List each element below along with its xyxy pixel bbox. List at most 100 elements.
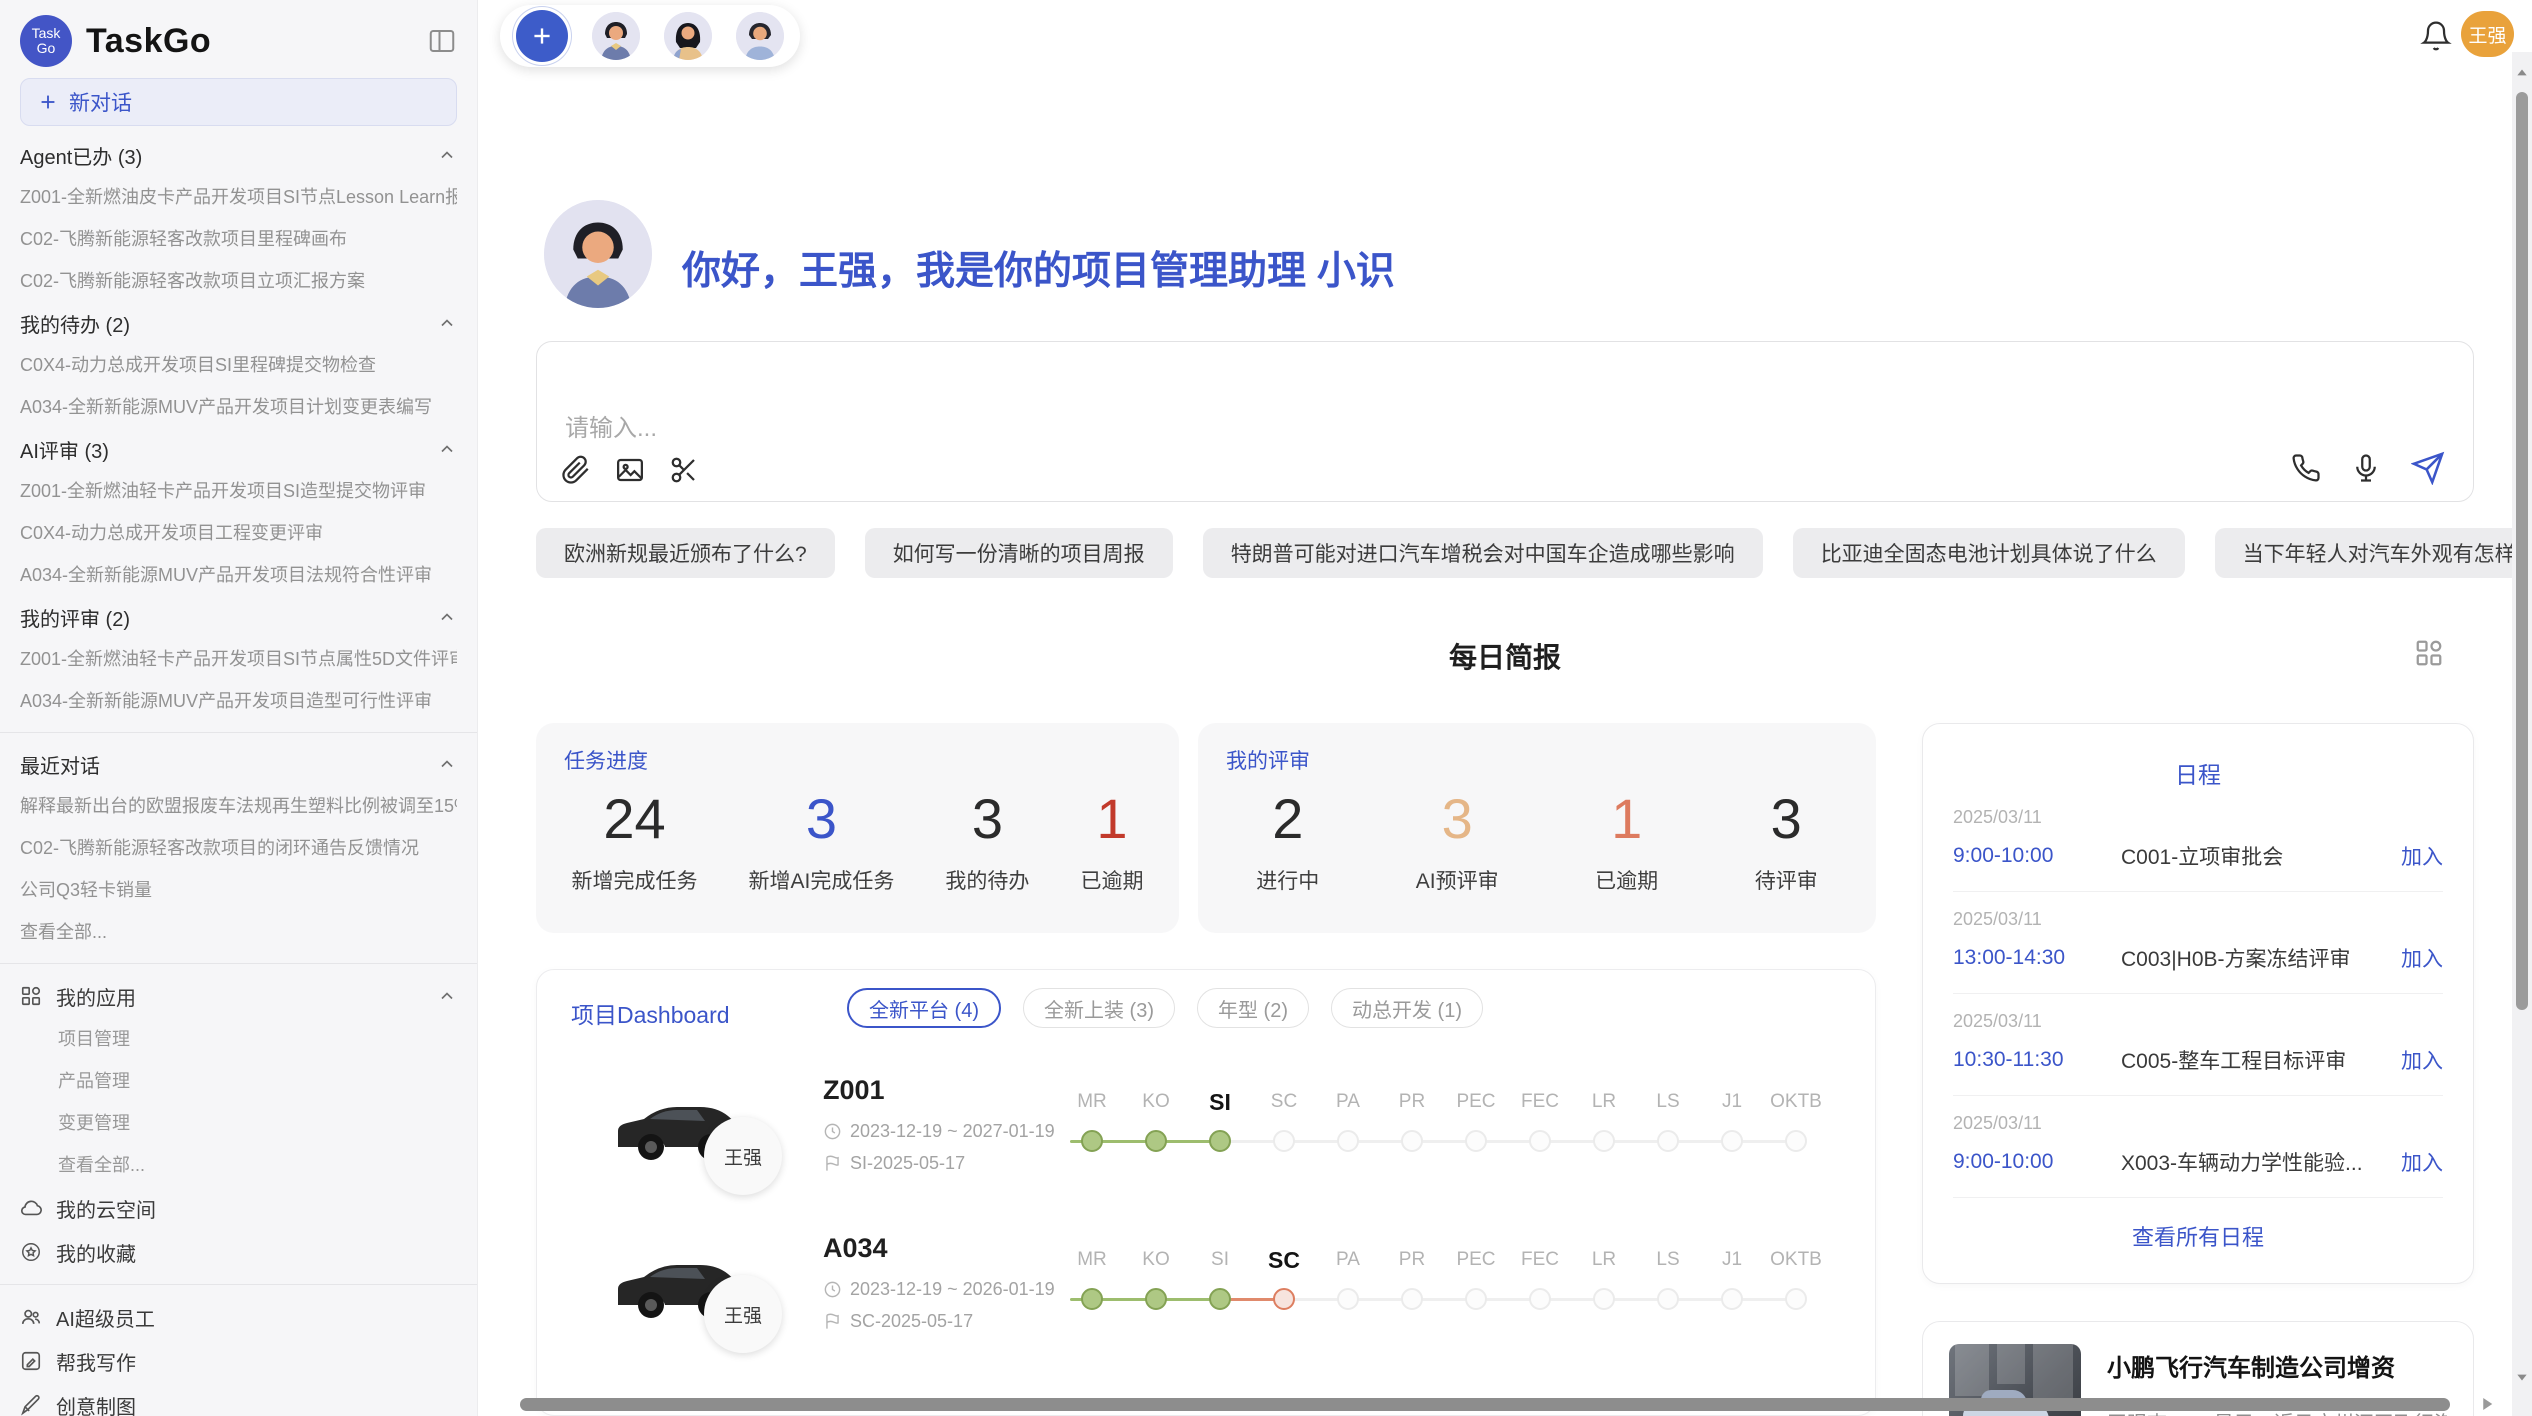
tab-model-year[interactable]: 年型 (2) [1197,988,1309,1028]
sidebar-item[interactable]: A034-全新新能源MUV产品开发项目法规符合性评审 [20,554,457,596]
sidebar-item[interactable]: Z001-全新燃油轻卡产品开发项目SI节点属性5D文件评审 [20,638,457,680]
suggestion-chip[interactable]: 如何写一份清晰的项目周报 [865,528,1173,578]
horizontal-scrollbar-thumb[interactable] [520,1398,2450,1411]
scroll-right-arrow-icon[interactable] [2478,1395,2496,1413]
person-illustration [736,12,784,60]
milestone-label: MR [1060,1087,1124,1117]
suggestion-chip[interactable]: 比亚迪全固态电池计划具体说了什么 [1793,528,2185,578]
sidebar-item[interactable]: C0X4-动力总成开发项目工程变更评审 [20,512,457,554]
chevron-up-icon[interactable] [437,145,457,165]
app-item-product-mgmt[interactable]: 产品管理 [20,1060,457,1102]
chevron-up-icon[interactable] [437,439,457,459]
sidebar-item-ai-employee[interactable]: AI超级员工 [20,1295,457,1339]
milestone-label: FEC [1508,1245,1572,1275]
section-header-ai-review[interactable]: AI评审 (3) [20,428,457,470]
sidebar-item[interactable]: Z001-全新燃油轻卡产品开发项目SI造型提交物评审 [20,470,457,512]
scissors-icon[interactable] [669,455,699,485]
join-link[interactable]: 加入 [2401,1045,2443,1075]
milestone-dot [1529,1130,1551,1152]
suggestion-chip[interactable]: 欧洲新规最近颁布了什么? [536,528,835,578]
sidebar-item-my-apps[interactable]: 我的应用 [20,974,457,1018]
milestone-dot [1081,1130,1103,1152]
sidebar-item[interactable]: A034-全新新能源MUV产品开发项目造型可行性评审 [20,680,457,722]
milestone-dot [1209,1130,1231,1152]
layout-grid-icon[interactable] [2414,638,2444,668]
send-icon[interactable] [2411,451,2445,485]
sidebar-item-favorites[interactable]: 我的收藏 [20,1230,457,1274]
add-conversation-button[interactable] [516,10,568,62]
suggestion-chip[interactable]: 特朗普可能对进口汽车增税会对中国车企造成哪些影响 [1203,528,1763,578]
apps-view-all[interactable]: 查看全部... [20,1144,457,1186]
recent-chat-item[interactable]: 解释最新出台的欧盟报废车法规再生塑料比例被调至15%... [20,785,457,827]
project-row-z001[interactable]: 王强 Z001 2023-12-19 ~ 2027-01-19 SI-2025-… [608,1073,1848,1223]
recent-chats-view-all[interactable]: 查看全部... [20,911,457,953]
project-flag-date: SI-2025-05-17 [823,1153,965,1174]
milestone-label: SI [1188,1087,1252,1117]
sidebar-item[interactable]: Z001-全新燃油皮卡产品开发项目SI节点Lesson Learn报告 [20,176,457,218]
suggestion-chip[interactable]: 当下年轻人对汽车外观有怎样的喜好趋势 [2215,528,2532,578]
pen-icon [20,1394,42,1416]
sidebar-item[interactable]: C0X4-动力总成开发项目SI里程碑提交物检查 [20,344,457,386]
logo-text-top: Task [32,26,61,41]
assistant-avatar-3[interactable] [736,12,784,60]
sidebar-item[interactable]: C02-飞腾新能源轻客改款项目立项汇报方案 [20,260,457,302]
schedule-card: 日程 2025/03/11 9:00-10:00 C001-立项审批会 加入 2… [1922,723,2474,1284]
scroll-up-arrow-icon[interactable] [2515,66,2529,80]
stat-my-todo: 3 我的待办 [945,789,1029,895]
section-header-my-todo[interactable]: 我的待办 (2) [20,302,457,344]
schedule-date: 2025/03/11 [1953,807,2443,828]
join-link[interactable]: 加入 [2401,943,2443,973]
section-header-agent-done[interactable]: Agent已办 (3) [20,134,457,176]
recent-chat-item[interactable]: 公司Q3轻卡销量 [20,869,457,911]
sidebar-item[interactable]: C02-飞腾新能源轻客改款项目里程碑画布 [20,218,457,260]
logo-row: Task Go TaskGo [20,12,457,70]
section-header-recent-chats[interactable]: 最近对话 [20,743,457,785]
recent-chat-item[interactable]: C02-飞腾新能源轻客改款项目的闭环通告反馈情况 [20,827,457,869]
milestone-dot [1337,1130,1359,1152]
schedule-item: 2025/03/11 13:00-14:30 C003|H0B-方案冻结评审 加… [1953,892,2443,994]
sidebar-item[interactable]: A034-全新新能源MUV产品开发项目计划变更表编写 [20,386,457,428]
chevron-up-icon[interactable] [437,607,457,627]
app-item-project-mgmt[interactable]: 项目管理 [20,1018,457,1060]
tab-new-body[interactable]: 全新上装 (3) [1023,988,1175,1028]
collapse-sidebar-icon[interactable] [427,26,457,54]
chevron-up-icon[interactable] [437,986,457,1006]
new-chat-button[interactable]: 新对话 [20,78,457,126]
notification-bell-icon[interactable] [2420,20,2452,52]
attachment-icon[interactable] [561,455,591,485]
sidebar-nav: Agent已办 (3) Z001-全新燃油皮卡产品开发项目SI节点Lesson … [20,134,457,1416]
section-title: Agent已办 (3) [20,141,142,170]
assistant-avatar-1[interactable] [592,12,640,60]
stat-new-ai-completed: 3 新增AI完成任务 [749,789,895,895]
stat-review-overdue: 1 已逾期 [1595,789,1658,895]
stat-label: 已逾期 [1080,865,1143,895]
schedule-event-title: C005-整车工程目标评审 [2121,1045,2401,1075]
daily-brief-title: 每日简报 [536,636,2474,676]
scroll-down-arrow-icon[interactable] [2515,1370,2529,1384]
chat-input-box[interactable]: 请输入... [536,341,2474,502]
join-link[interactable]: 加入 [2401,1147,2443,1177]
chevron-up-icon[interactable] [437,754,457,774]
view-all-schedules-link[interactable]: 查看所有日程 [1953,1198,2443,1274]
tab-powertrain[interactable]: 动总开发 (1) [1331,988,1483,1028]
voice-call-icon[interactable] [2291,453,2321,483]
milestone-dot [1401,1288,1423,1310]
app-item-change-mgmt[interactable]: 变更管理 [20,1102,457,1144]
schedule-time: 13:00-14:30 [1953,946,2121,970]
sidebar-item-help-write[interactable]: 帮我写作 [20,1339,457,1383]
chevron-up-icon[interactable] [437,313,457,333]
vertical-scrollbar-thumb[interactable] [2516,92,2528,1010]
tab-new-platform[interactable]: 全新平台 (4) [847,988,1001,1028]
assistant-avatar-2[interactable] [664,12,712,60]
sidebar-item-cloud-space[interactable]: 我的云空间 [20,1186,457,1230]
image-upload-icon[interactable] [615,455,645,485]
project-row-a034[interactable]: 王强 A034 2023-12-19 ~ 2026-01-19 SC-2025-… [608,1231,1848,1381]
stat-value: 1 [1080,789,1143,849]
milestone-label: SI [1188,1245,1252,1275]
section-header-my-review[interactable]: 我的评审 (2) [20,596,457,638]
user-avatar[interactable]: 王强 [2461,11,2514,57]
apps-grid-icon [20,985,42,1007]
microphone-icon[interactable] [2351,453,2381,483]
join-link[interactable]: 加入 [2401,841,2443,871]
sidebar-item-creative-draw[interactable]: 创意制图 [20,1383,457,1416]
